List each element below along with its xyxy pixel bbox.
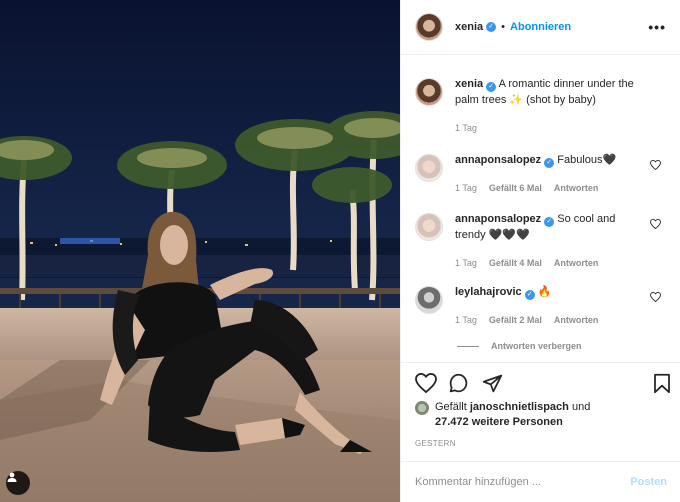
more-options-button[interactable]: ••• [648,19,666,35]
comment-input[interactable]: Kommentar hinzufügen ... [415,476,541,488]
likes-suffix: und [571,401,591,413]
avatar[interactable] [415,286,443,314]
separator-dot: • [501,21,505,33]
comment-time[interactable]: 1 Tag [455,255,477,271]
follow-button[interactable]: Abonnieren [510,21,571,33]
comment-item: annaponsalopez ✓ Fabulous🖤 1 Tag Gefällt … [415,152,667,196]
avatar[interactable] [415,213,443,241]
post-photo[interactable] [0,0,400,502]
paper-plane-icon[interactable] [482,373,503,394]
heart-icon[interactable] [650,160,661,170]
heart-icon[interactable] [650,219,661,229]
hide-replies-label: Antworten verbergen [491,341,582,351]
night-palm-photo [0,0,400,502]
avatar[interactable] [415,78,443,106]
comment-username[interactable]: leylahajrovic [455,286,522,298]
post-author[interactable]: xenia [455,21,483,33]
comment-item: annaponsalopez ✓ So cool and trendy 🖤🖤🖤 1… [415,211,667,271]
comment-likes[interactable]: Gefällt 2 Mal [489,312,542,328]
person-tag-icon [7,472,17,482]
likes-user[interactable]: janoschnietlispach [470,401,569,413]
tag-button[interactable] [6,471,30,495]
post-comment-button[interactable]: Posten [630,476,667,488]
comment-likes[interactable]: Gefällt 4 Mal [489,255,542,271]
post-date[interactable]: GESTERN [415,439,456,448]
heart-icon[interactable] [415,373,437,393]
comment-username[interactable]: annaponsalopez [455,213,541,225]
add-comment-bar: Kommentar hinzufügen ... Posten [401,461,680,502]
hide-replies-button[interactable]: Antworten verbergen [457,341,582,351]
caption: xenia ✓ A romantic dinner under the palm … [415,76,667,136]
avatar [415,401,429,415]
comment-list[interactable]: xenia ✓ A romantic dinner under the palm … [401,56,680,362]
reply-button[interactable]: Antworten [554,312,599,328]
divider [457,345,479,347]
comment-time[interactable]: 1 Tag [455,180,477,196]
bookmark-icon[interactable] [653,373,671,394]
comment-text: Fabulous🖤 [557,154,617,166]
verified-badge-icon: ✓ [544,217,555,227]
likes-count[interactable]: 27.472 weitere Personen [435,416,563,428]
caption-time[interactable]: 1 Tag [455,120,477,136]
reply-button[interactable]: Antworten [554,255,599,271]
comment-username[interactable]: annaponsalopez [455,154,541,166]
likes-prefix: Gefällt [435,401,467,413]
comment-time[interactable]: 1 Tag [455,312,477,328]
avatar[interactable] [415,13,443,41]
comment-text: 🔥 [537,286,552,298]
reply-button[interactable]: Antworten [554,180,599,196]
likes-summary: Gefällt janoschnietlispach und 27.472 we… [415,400,590,430]
avatar[interactable] [415,154,443,182]
post-header: xenia ✓ • Abonnieren ••• [401,0,680,55]
verified-badge-icon: ✓ [524,290,535,300]
heart-icon[interactable] [650,292,661,302]
verified-badge-icon: ✓ [486,22,497,32]
verified-badge-icon: ✓ [544,158,555,168]
verified-badge-icon: ✓ [486,82,497,92]
comment-item: leylahajrovic ✓ 🔥 1 Tag Gefällt 2 Mal Ant… [415,284,667,328]
comment-bubble-icon[interactable] [448,373,469,394]
comment-likes[interactable]: Gefällt 6 Mal [489,180,542,196]
post-side-panel: xenia ✓ • Abonnieren ••• xenia ✓ A romant… [400,0,680,502]
caption-username[interactable]: xenia [455,78,483,90]
